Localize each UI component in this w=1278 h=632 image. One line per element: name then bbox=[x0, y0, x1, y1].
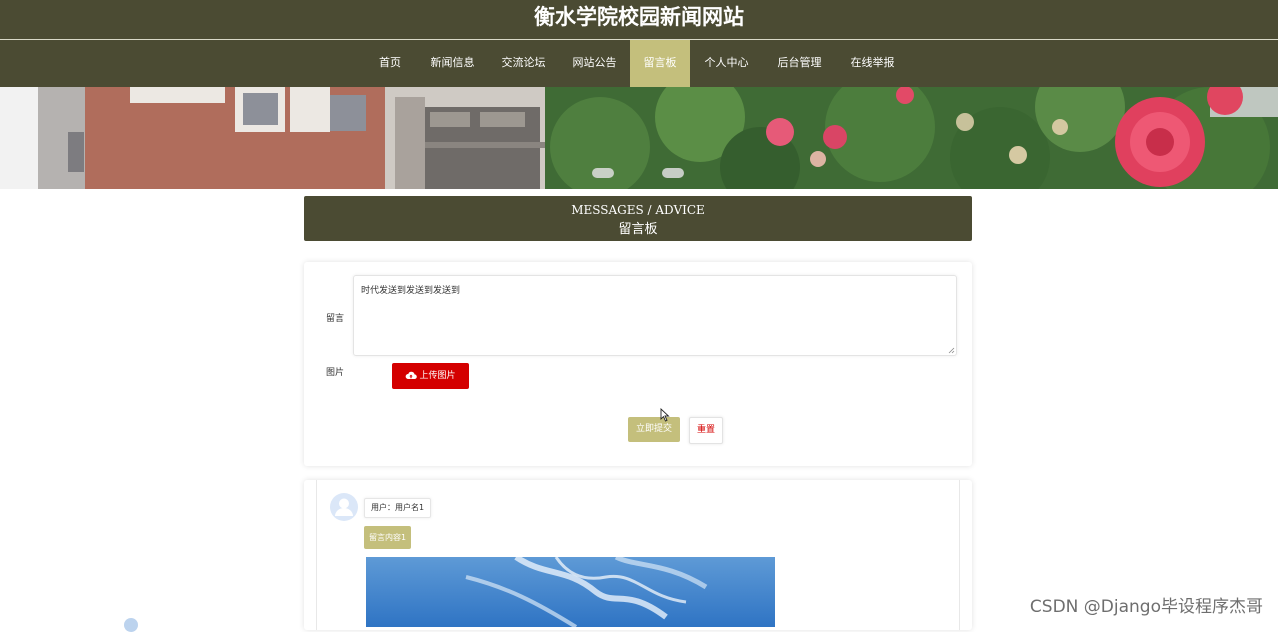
resize-handle-icon[interactable] bbox=[948, 347, 955, 354]
site-title: 衡水学院校园新闻网站 bbox=[534, 5, 744, 29]
banner-image bbox=[0, 87, 1278, 189]
cloud-upload-icon bbox=[406, 371, 418, 379]
message-textarea[interactable]: 时代发送到发送到发送到 bbox=[353, 275, 957, 356]
message-image bbox=[366, 557, 775, 627]
mouse-cursor-icon bbox=[660, 408, 670, 422]
avatar-icon bbox=[330, 493, 358, 521]
nav-item-notice[interactable]: 网站公告 bbox=[566, 40, 623, 87]
nav-item-forum[interactable]: 交流论坛 bbox=[495, 40, 552, 87]
section-title-en: MESSAGES / ADVICE bbox=[571, 203, 705, 217]
nav-item-news[interactable]: 新闻信息 bbox=[424, 40, 481, 87]
site-header: 衡水学院校园新闻网站 首页 新闻信息 交流论坛 网站公告 留言板 个人中心 后台… bbox=[0, 0, 1278, 87]
nav-item-admin[interactable]: 后台管理 bbox=[771, 40, 828, 87]
upload-button-label: 上传图片 bbox=[419, 371, 456, 381]
nav-item-home[interactable]: 首页 bbox=[369, 40, 411, 87]
nav-item-report[interactable]: 在线举报 bbox=[844, 40, 901, 87]
submit-button[interactable]: 立即提交 bbox=[628, 417, 680, 442]
message-label: 留言 bbox=[326, 314, 345, 324]
reset-button[interactable]: 重置 bbox=[689, 417, 723, 444]
message-user: 用户：用户名1 bbox=[364, 498, 432, 518]
main-nav: 首页 新闻信息 交流论坛 网站公告 留言板 个人中心 后台管理 在线举报 bbox=[0, 40, 1278, 87]
nav-item-personal-center[interactable]: 个人中心 bbox=[698, 40, 755, 87]
message-item: 用户：用户名1 留言内容1 bbox=[316, 480, 960, 630]
message-textarea-value: 时代发送到发送到发送到 bbox=[361, 286, 461, 296]
image-label: 图片 bbox=[326, 368, 345, 378]
watermark: CSDN @Django毕设程序杰哥 bbox=[1029, 597, 1263, 617]
message-content: 留言内容1 bbox=[364, 526, 412, 549]
upload-image-button[interactable]: 上传图片 bbox=[392, 363, 469, 389]
section-title-bar: MESSAGES / ADVICE 留言板 bbox=[304, 196, 972, 241]
message-list: 用户：用户名1 留言内容1 bbox=[304, 480, 972, 630]
banner-carousel[interactable] bbox=[0, 87, 1278, 189]
floating-widget bbox=[124, 618, 138, 632]
section-title-cn: 留言板 bbox=[618, 222, 658, 237]
nav-item-message-board[interactable]: 留言板 bbox=[630, 40, 690, 87]
message-form: 留言 时代发送到发送到发送到 图片 上传图片 立即提交 重置 bbox=[304, 262, 972, 466]
